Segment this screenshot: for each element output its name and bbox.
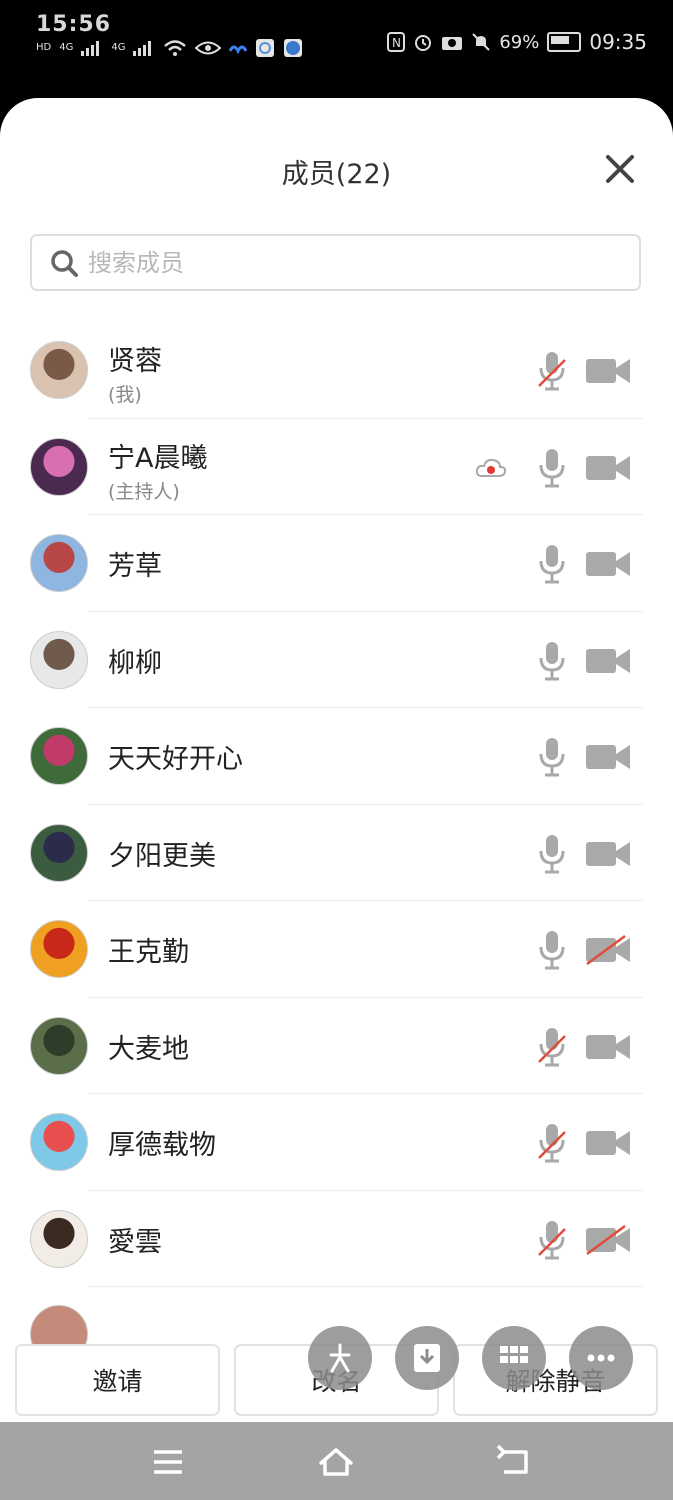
search-box[interactable] — [30, 234, 641, 291]
home-nav-icon[interactable] — [316, 1444, 356, 1480]
mic-icon[interactable] — [537, 736, 567, 778]
avatar — [30, 1016, 88, 1075]
member-row[interactable]: 夕阳更美 — [0, 805, 673, 901]
camera-icon[interactable] — [585, 1128, 631, 1158]
menu-nav-icon[interactable] — [148, 1444, 188, 1480]
mic-icon[interactable] — [537, 929, 567, 971]
mic-muted-icon[interactable] — [537, 1219, 567, 1261]
eye-icon — [195, 41, 222, 55]
avatar — [30, 727, 88, 785]
camera-status-icon — [442, 37, 463, 50]
svg-text:N: N — [392, 36, 401, 50]
member-role: (主持人) — [108, 480, 180, 503]
network-4g-label-2: 4G — [111, 42, 126, 53]
member-row[interactable]: 芳草 — [0, 515, 673, 612]
mic-icon[interactable] — [537, 833, 567, 875]
camera-icon[interactable] — [585, 549, 631, 579]
app-logo-icon — [229, 45, 248, 55]
nfc-icon: N — [387, 32, 406, 52]
mute-bell-icon — [472, 33, 491, 51]
member-name: 贤蓉 — [108, 346, 162, 377]
member-row[interactable]: 柳柳 — [0, 612, 673, 708]
camera-icon[interactable] — [585, 742, 631, 772]
avatar — [30, 437, 88, 496]
member-name: 夕阳更美 — [108, 840, 216, 872]
member-name: 愛雲 — [108, 1226, 162, 1258]
wifi-icon — [164, 40, 187, 56]
invite-button[interactable]: 邀请 — [15, 1344, 220, 1416]
sparkle-icon — [329, 1343, 351, 1373]
camera-icon[interactable] — [585, 646, 631, 676]
member-role: (我) — [108, 384, 142, 406]
member-list: 贤蓉 (我) 宁A晨曦 (主持人) 芳草柳柳天天好开心夕阳更美王克勤大麦地厚德载物愛雲 — [0, 322, 673, 1384]
member-row[interactable]: 愛雲 — [0, 1191, 673, 1287]
member-row[interactable]: 宁A晨曦 (主持人) — [0, 419, 673, 515]
signal-icon — [81, 41, 100, 56]
status-right-icons: N 69% 09:35 — [387, 30, 647, 54]
floating-download-button[interactable] — [395, 1326, 459, 1390]
mic-muted-icon[interactable] — [537, 1122, 567, 1164]
close-button[interactable] — [603, 152, 637, 186]
member-name: 厚德载物 — [108, 1130, 216, 1161]
member-name: 芳草 — [108, 551, 162, 582]
camera-off-icon[interactable] — [585, 1224, 631, 1255]
member-name: 大麦地 — [108, 1033, 189, 1065]
hd-label: HD — [36, 42, 52, 53]
avatar — [30, 630, 88, 689]
members-sheet: 成员(22) 贤蓉 (我) 宁A晨曦 (主持人) 芳草柳柳天天好开心夕阳更美王克勤大麦地… — [0, 98, 673, 1422]
floating-grid-button[interactable] — [482, 1326, 546, 1390]
network-4g-label-1: 4G — [59, 42, 74, 53]
camera-off-icon[interactable] — [585, 935, 631, 965]
mic-icon[interactable] — [537, 447, 567, 489]
status-bar: 15:56 HD 4G 4G N 69% 09:35 — [0, 0, 673, 95]
floating-more-button[interactable] — [569, 1326, 633, 1390]
download-icon — [414, 1344, 440, 1372]
member-name: 宁A晨曦 — [108, 442, 208, 474]
signal-icon-2 — [133, 41, 152, 56]
member-row[interactable]: 王克勤 — [0, 901, 673, 998]
status-left-icons: HD 4G 4G — [36, 34, 303, 62]
camera-icon[interactable] — [585, 839, 631, 869]
notification-app-icon — [256, 39, 275, 57]
member-row[interactable]: 天天好开心 — [0, 708, 673, 805]
mic-muted-icon[interactable] — [537, 1026, 567, 1068]
camera-icon[interactable] — [585, 453, 631, 483]
floating-scissor-button[interactable] — [308, 1326, 372, 1390]
member-row[interactable]: 贤蓉 (我) — [0, 322, 673, 419]
member-name: 柳柳 — [108, 647, 162, 679]
globe-icon — [284, 39, 303, 57]
mic-muted-icon[interactable] — [537, 350, 567, 392]
avatar — [30, 920, 88, 978]
back-nav-icon[interactable] — [494, 1444, 534, 1480]
member-name: 天天好开心 — [108, 744, 243, 775]
avatar — [30, 1113, 88, 1171]
grid-icon — [500, 1346, 528, 1363]
cloud-record-icon — [475, 458, 507, 477]
system-nav-bar — [0, 1422, 673, 1500]
battery-icon — [547, 32, 582, 52]
camera-icon[interactable] — [585, 1032, 631, 1062]
alarm-icon — [415, 35, 432, 51]
member-row[interactable]: 大麦地 — [0, 998, 673, 1094]
avatar — [30, 823, 88, 882]
search-input[interactable] — [86, 247, 610, 278]
more-icon — [587, 1354, 615, 1362]
member-row[interactable]: 厚德载物 — [0, 1094, 673, 1191]
camera-icon[interactable] — [585, 356, 631, 386]
avatar — [30, 341, 88, 399]
member-name: 王克勤 — [108, 937, 189, 968]
battery-level: 69% — [499, 31, 540, 53]
search-icon — [51, 249, 78, 277]
avatar — [30, 534, 88, 592]
panel-title: 成员(22) — [281, 159, 392, 190]
status-time: 09:35 — [589, 30, 647, 54]
avatar — [30, 1209, 88, 1268]
mic-icon[interactable] — [537, 640, 567, 682]
mic-icon[interactable] — [537, 543, 567, 585]
